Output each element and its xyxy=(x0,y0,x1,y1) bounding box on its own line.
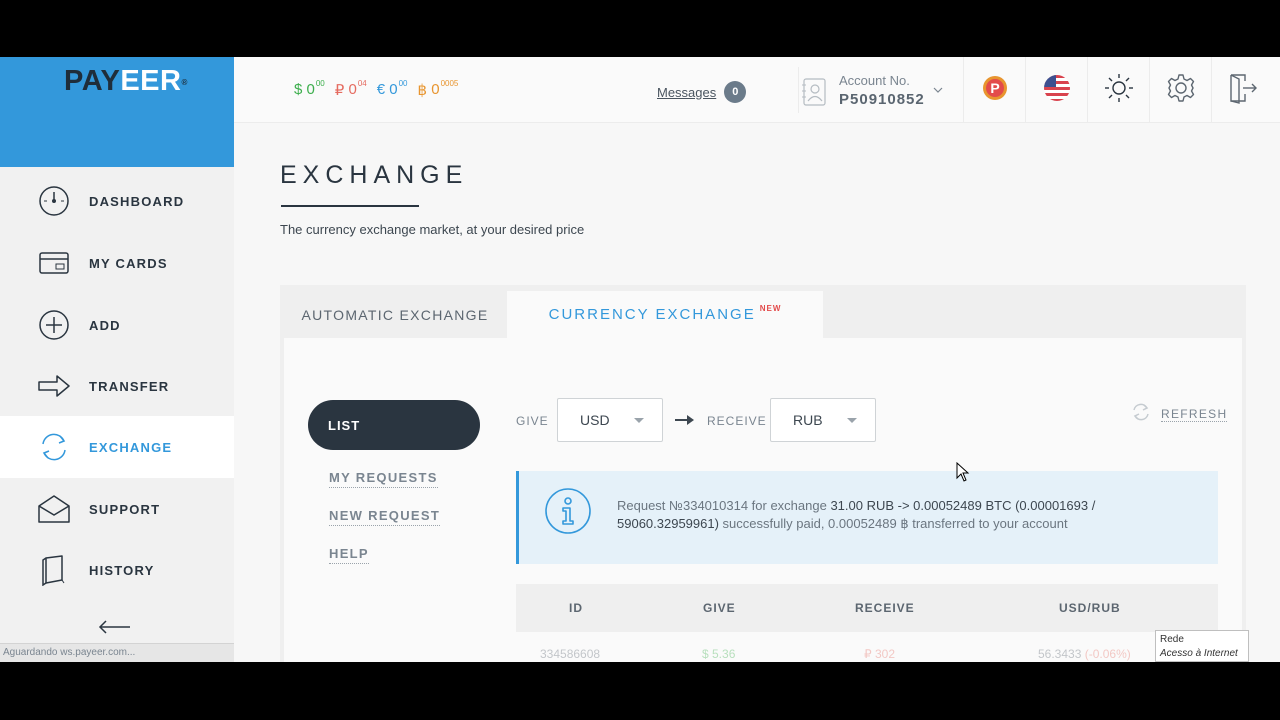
card-icon xyxy=(37,246,71,280)
balance-btc[interactable]: ฿ 0 0005 xyxy=(418,79,459,99)
payeer-coin-button[interactable]: P xyxy=(963,57,1025,123)
messages-label[interactable]: Messages xyxy=(657,85,716,100)
page-title: EXCHANGE xyxy=(280,161,469,189)
sidebar-item-dashboard[interactable]: DASHBOARD xyxy=(0,170,234,232)
col-header-give[interactable]: GIVE xyxy=(703,601,736,615)
cell-receive: ₽ 302 xyxy=(864,647,895,661)
help-link[interactable]: HELP xyxy=(329,546,369,564)
theme-toggle-button[interactable] xyxy=(1087,57,1149,123)
refresh-button[interactable]: REFRESH xyxy=(1131,402,1228,427)
network-tooltip: Rede Acesso à Internet xyxy=(1155,630,1249,662)
cell-id: 334586608 xyxy=(540,647,601,661)
tab-currency-exchange[interactable]: CURRENCY EXCHANGE NEW xyxy=(507,291,823,338)
top-bar: $ 0 00 ₽ 0 04 € 0 00 ฿ 0 0005 Messages 0 Acc… xyxy=(234,57,1280,123)
caret-down-icon xyxy=(847,418,857,423)
logo-area[interactable]: PAYEER® xyxy=(0,57,234,167)
account-dropdown[interactable]: Account No. P50910852 xyxy=(798,67,962,113)
sidebar-item-support[interactable]: SUPPORT xyxy=(0,478,234,540)
us-flag-icon xyxy=(1043,74,1071,107)
info-icon xyxy=(544,487,592,540)
logout-button[interactable] xyxy=(1211,57,1273,123)
new-badge: NEW xyxy=(759,304,782,313)
arrow-right-icon xyxy=(37,369,71,403)
cell-give: $ 5.36 xyxy=(702,647,736,661)
table-header: ID GIVE RECEIVE USD/RUB xyxy=(516,584,1218,632)
browser-viewport: PAYEER® DASHBOARD MY CARDS ADD TRANSFER xyxy=(0,57,1280,662)
refresh-label: REFRESH xyxy=(1161,407,1228,422)
cell-rate: 56.3433 (-0.06%) xyxy=(1038,647,1131,661)
receive-currency-select[interactable]: RUB xyxy=(770,398,876,442)
list-button[interactable]: LIST xyxy=(308,400,480,450)
table-row[interactable]: 334586608 $ 5.36 ₽ 302 56.3433 (-0.06%) xyxy=(516,642,1218,662)
envelope-icon xyxy=(37,492,71,526)
mouse-cursor-icon xyxy=(956,461,970,487)
payeer-logo[interactable]: PAYEER® xyxy=(64,65,188,98)
sidebar-item-label: SUPPORT xyxy=(89,501,161,517)
messages-count-badge: 0 xyxy=(724,81,747,103)
refresh-icon xyxy=(1131,402,1151,427)
sidebar-item-label: ADD xyxy=(89,317,121,333)
payeer-coin-icon: P xyxy=(982,75,1008,106)
browser-status-bar: Aguardando ws.payeer.com... xyxy=(0,643,234,662)
svg-text:P: P xyxy=(990,80,999,96)
gauge-icon xyxy=(37,184,71,218)
contact-card-icon xyxy=(801,77,827,106)
caret-down-icon xyxy=(634,418,644,423)
sidebar-item-add[interactable]: ADD xyxy=(0,294,234,356)
sidebar-item-label: HISTORY xyxy=(89,562,155,578)
arrow-right-icon xyxy=(675,412,695,430)
give-label: GIVE xyxy=(516,414,549,428)
gear-icon xyxy=(1166,73,1196,108)
success-alert: Request №334010314 for exchange 31.00 RU… xyxy=(516,471,1218,564)
sidebar-item-label: TRANSFER xyxy=(89,378,170,394)
sun-icon xyxy=(1104,73,1134,108)
account-label: Account No. xyxy=(839,73,910,88)
my-requests-link[interactable]: MY REQUESTS xyxy=(329,470,438,488)
account-number: P50910852 xyxy=(839,91,925,108)
language-button[interactable] xyxy=(1025,57,1087,123)
exchange-icon xyxy=(37,430,71,464)
chevron-down-icon xyxy=(933,81,943,99)
new-request-link[interactable]: NEW REQUEST xyxy=(329,508,441,526)
tab-automatic-exchange[interactable]: AUTOMATIC EXCHANGE xyxy=(284,291,506,338)
plus-circle-icon xyxy=(37,308,71,342)
book-icon xyxy=(37,553,71,587)
receive-label: RECEIVE xyxy=(707,414,767,428)
arrow-left-icon[interactable] xyxy=(98,617,132,637)
col-header-rate[interactable]: USD/RUB xyxy=(1059,601,1121,615)
balance-rub[interactable]: ₽ 0 04 xyxy=(335,79,367,99)
messages-link[interactable]: Messages 0 xyxy=(657,81,747,103)
sidebar-item-exchange[interactable]: EXCHANGE xyxy=(0,416,234,478)
balance-eur[interactable]: € 0 00 xyxy=(377,79,408,99)
settings-button[interactable] xyxy=(1149,57,1211,123)
give-currency-select[interactable]: USD xyxy=(557,398,663,442)
sidebar-item-history[interactable]: HISTORY xyxy=(0,539,234,601)
sidebar-item-label: EXCHANGE xyxy=(89,439,173,455)
balances: $ 0 00 ₽ 0 04 € 0 00 ฿ 0 0005 xyxy=(294,79,459,99)
page-subtitle: The currency exchange market, at your de… xyxy=(280,222,585,237)
col-header-receive[interactable]: RECEIVE xyxy=(855,601,915,615)
alert-message: Request №334010314 for exchange 31.00 RU… xyxy=(617,498,1096,531)
sidebar-item-my-cards[interactable]: MY CARDS xyxy=(0,232,234,294)
title-underline xyxy=(281,205,419,207)
sidebar-item-transfer[interactable]: TRANSFER xyxy=(0,355,234,417)
sidebar: PAYEER® DASHBOARD MY CARDS ADD TRANSFER xyxy=(0,57,234,662)
balance-usd[interactable]: $ 0 00 xyxy=(294,79,325,99)
logout-door-icon xyxy=(1227,72,1259,109)
col-header-id[interactable]: ID xyxy=(569,601,583,615)
sidebar-item-label: MY CARDS xyxy=(89,255,168,271)
sidebar-item-label: DASHBOARD xyxy=(89,193,185,209)
